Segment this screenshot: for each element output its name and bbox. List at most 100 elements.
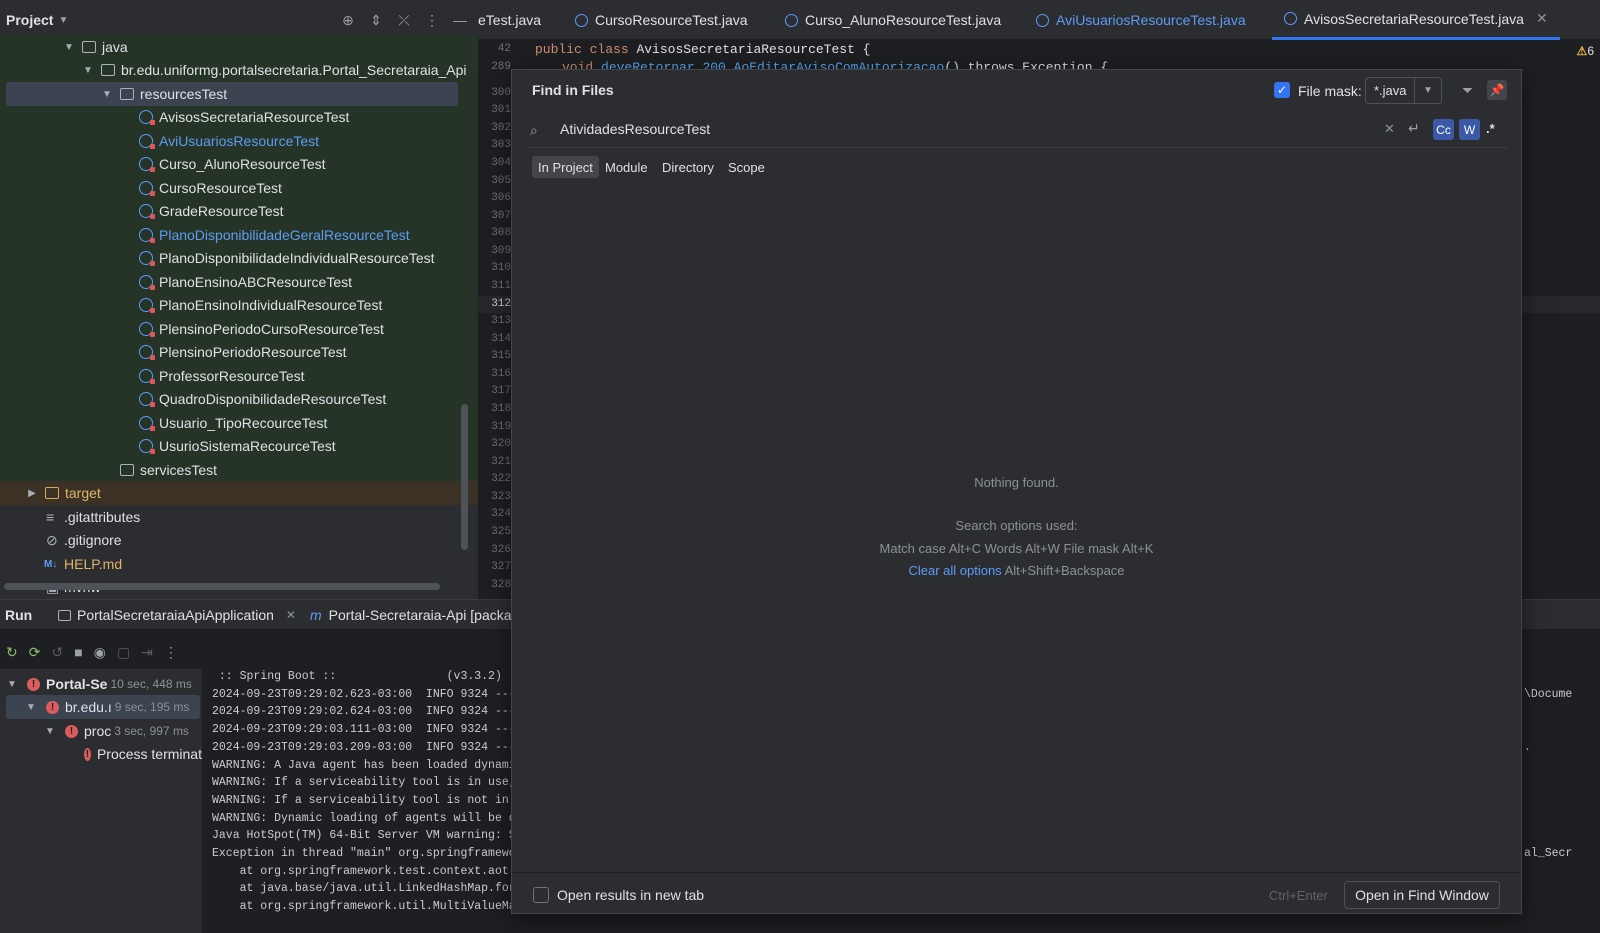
scope-directory[interactable]: Directory: [656, 156, 720, 178]
tree-file[interactable]: UsurioSistemaRecourceTest: [139, 434, 336, 458]
stop-icon[interactable]: ■: [74, 644, 82, 660]
scope-module[interactable]: Module: [599, 156, 654, 178]
rerun-failed-icon[interactable]: ⟳: [29, 644, 41, 661]
tree-file[interactable]: Curso_AlunoResourceTest: [139, 152, 326, 176]
run-tree-item[interactable]: ▼ ! Portal-Se 10 sec, 448 ms: [7, 672, 202, 696]
test-class-icon: [139, 204, 155, 219]
close-icon[interactable]: ✕: [286, 608, 296, 622]
file-mask-checkbox[interactable]: ✓: [1274, 82, 1290, 98]
scope-in-project[interactable]: In Project: [532, 156, 599, 178]
run-tree-item[interactable]: ▼ ! proc 3 sec, 997 ms: [45, 719, 202, 743]
chevron-down-icon[interactable]: ▼: [7, 679, 21, 690]
chevron-down-icon[interactable]: ▼: [100, 89, 114, 100]
editor-tab-active[interactable]: AvisosSecretariaResourceTest.java ✕: [1272, 0, 1560, 40]
tree-item-gitattributes[interactable]: ≡ .gitattributes: [46, 505, 140, 529]
match-case-toggle[interactable]: Cc: [1433, 119, 1454, 140]
test-class-icon: [139, 228, 155, 243]
project-title[interactable]: Project: [6, 12, 53, 28]
pin-icon[interactable]: 📌: [1487, 80, 1507, 100]
editor-tab[interactable]: eTest.java: [478, 0, 541, 40]
open-new-tab-checkbox[interactable]: [533, 887, 549, 903]
chevron-down-icon[interactable]: ▼: [26, 702, 40, 713]
tree-file[interactable]: GradeResourceTest: [139, 199, 284, 223]
newline-icon[interactable]: ↵: [1408, 120, 1420, 137]
run-tree-item[interactable]: ! Process terminat: [84, 742, 202, 766]
vertical-scrollbar[interactable]: [461, 404, 468, 550]
chevron-down-icon[interactable]: ▼: [1415, 85, 1441, 96]
tree-item-target[interactable]: ▶ target: [25, 481, 101, 505]
tree-file[interactable]: ProfessorResourceTest: [139, 364, 305, 388]
tree-item-servicestest[interactable]: servicesTest: [120, 458, 217, 482]
tree-file[interactable]: PlanoEnsinoIndividualResourceTest: [139, 293, 382, 317]
hide-panel-icon[interactable]: —: [452, 12, 468, 28]
tree-file[interactable]: AviUsuariosResourceTest: [139, 129, 319, 153]
tree-file[interactable]: PlanoDisponibilidadeGeralResourceTest: [139, 223, 410, 247]
more-options-icon[interactable]: ⋮: [164, 644, 178, 661]
line-number: 307: [491, 210, 511, 222]
rerun-icon[interactable]: ↻: [6, 644, 18, 661]
export-icon[interactable]: ⇥: [141, 644, 153, 661]
open-new-tab-label[interactable]: Open results in new tab: [557, 887, 704, 903]
run-tree-item-selected[interactable]: ▼ ! br.edu.ı 9 sec, 195 ms: [6, 695, 200, 719]
scope-scope[interactable]: Scope: [722, 156, 771, 178]
tree-file[interactable]: PlensinoPeriodoCursoResourceTest: [139, 317, 384, 341]
run-tab-label: Portal-Secretaraia-Api [packag: [328, 607, 520, 623]
run-tab[interactable]: PortalSecretaraiaApiApplication ✕: [58, 600, 296, 630]
collapse-all-icon[interactable]: ⤫: [396, 12, 412, 29]
tree-file[interactable]: CursoResourceTest: [139, 176, 282, 200]
tree-file[interactable]: AvisosSecretariaResourceTest: [139, 105, 349, 129]
locate-icon[interactable]: ⊕: [340, 12, 356, 29]
tree-file[interactable]: PlanoEnsinoABCResourceTest: [139, 270, 352, 294]
tree-file[interactable]: QuadroDisponibilidadeResourceTest: [139, 387, 386, 411]
console-line: 2024-09-23T09:29:03.111-03:00 INFO 9324 …: [212, 723, 516, 736]
open-in-find-window-button[interactable]: Open in Find Window: [1344, 881, 1500, 909]
tree-file[interactable]: PlensinoPeriodoResourceTest: [139, 340, 347, 364]
chevron-right-icon[interactable]: ▶: [25, 488, 39, 499]
clear-icon[interactable]: ✕: [1384, 121, 1395, 137]
more-options-icon[interactable]: ⋮: [424, 12, 440, 29]
chevron-down-icon[interactable]: ▼: [58, 15, 68, 26]
console-line: WARNING: If a serviceability tool is not…: [212, 794, 509, 807]
filter-icon[interactable]: ⏷: [1462, 82, 1473, 99]
editor-tab[interactable]: Curso_AlunoResourceTest.java: [785, 0, 1001, 40]
editor-tab[interactable]: CursoResourceTest.java: [575, 0, 748, 40]
chevron-down-icon[interactable]: ▼: [62, 42, 76, 53]
tab-label: Curso_AlunoResourceTest.java: [805, 12, 1002, 28]
file-mask-combo: ▼: [1365, 77, 1442, 104]
code-line-class[interactable]: public class AvisosSecretariaResourceTes…: [535, 42, 870, 57]
expand-all-icon[interactable]: ⇕: [368, 12, 384, 29]
rerun-debug-icon[interactable]: ↺: [51, 644, 63, 661]
tree-item-package[interactable]: ▼ br.edu.uniformg.portalsecretaria.Porta…: [81, 58, 466, 82]
line-number: 315: [491, 350, 511, 362]
file-mask-input[interactable]: [1366, 78, 1415, 103]
maven-icon: m: [310, 607, 322, 623]
editor-tab[interactable]: AviUsuariosResourceTest.java: [1036, 0, 1246, 40]
tree-item-resourcestest[interactable]: ▼ resourcesTest: [100, 82, 227, 106]
camera-icon[interactable]: ▢: [117, 644, 130, 661]
clear-all-options-link[interactable]: Clear all options: [908, 563, 1001, 578]
chevron-down-icon[interactable]: ▼: [45, 726, 59, 737]
tree-file-label: PlanoEnsinoIndividualResourceTest: [159, 297, 383, 313]
close-icon[interactable]: ✕: [1536, 10, 1548, 27]
run-tab-active[interactable]: m Portal-Secretaraia-Api [packag: [310, 600, 519, 630]
project-toolbar: ⊕ ⇕ ⤫ ⋮ —: [340, 0, 468, 40]
toggle-visibility-icon[interactable]: ◉: [94, 644, 106, 661]
tree-item-label: .gitignore: [64, 532, 122, 548]
words-toggle[interactable]: W: [1459, 119, 1480, 140]
horizontal-scrollbar[interactable]: [4, 583, 440, 590]
text-file-icon: ≡: [46, 509, 55, 525]
search-icon[interactable]: ⌕: [530, 122, 538, 139]
tree-item-gitignore[interactable]: ⊘ .gitignore: [46, 528, 122, 552]
tree-item-java[interactable]: ▼ java: [62, 35, 128, 59]
console-line: 2024-09-23T09:29:03.209-03:00 INFO 9324 …: [212, 741, 516, 754]
tree-file[interactable]: PlanoDisponibilidadeIndividualResourceTe…: [139, 246, 435, 270]
line-number: 323: [491, 491, 511, 503]
tree-item-help[interactable]: M↓ HELP.md: [44, 552, 122, 576]
inspection-widget[interactable]: ⚠6: [1577, 44, 1594, 58]
search-input[interactable]: [560, 118, 1380, 140]
chevron-down-icon[interactable]: ▼: [81, 65, 95, 76]
tree-file[interactable]: Usuario_TipoRecourceTest: [139, 411, 327, 435]
console-line: WARNING: If a serviceability tool is in …: [212, 776, 516, 789]
regex-toggle[interactable]: .*: [1486, 121, 1495, 136]
test-class-icon: [139, 392, 155, 407]
